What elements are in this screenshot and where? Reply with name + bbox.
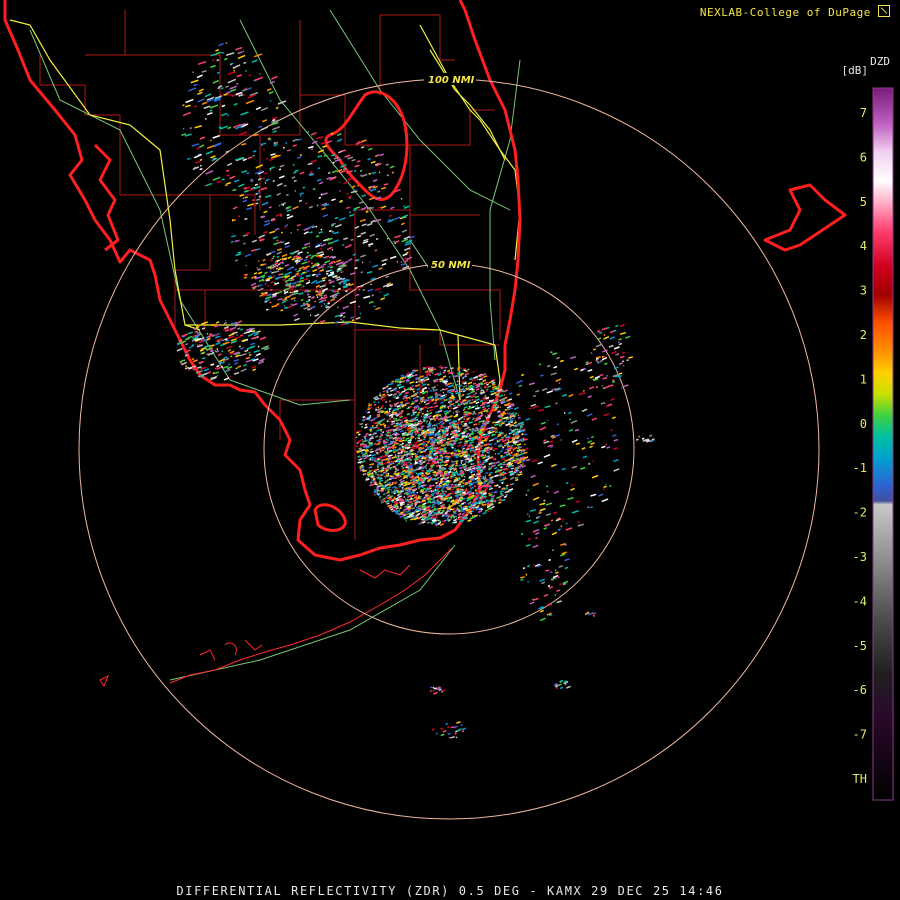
cod-arrow-logo-icon [878, 5, 890, 17]
legend-tick-label: -7 [853, 728, 867, 742]
legend-tick-label: TH [853, 772, 867, 786]
radar-site-marker [446, 446, 452, 452]
ring-label-50: 50 NMI [431, 260, 471, 271]
legend-tick-label: 1 [860, 372, 867, 386]
legend-tick-label: -2 [853, 506, 867, 520]
legend-tick-label: -4 [853, 594, 867, 608]
legend-tick-label: -5 [853, 639, 867, 653]
credit-label: NEXLAB-College of DuPage [699, 6, 871, 19]
legend-tick-label: -6 [853, 683, 867, 697]
legend-tick-label: 0 [860, 417, 867, 431]
credit-text: NEXLAB-College of DuPage [700, 5, 890, 19]
legend-tick-label: -1 [853, 461, 867, 475]
legend-tick-label: 2 [860, 328, 867, 342]
legend-unit: [dB] [841, 64, 869, 77]
ring-label-100: 100 NMI [428, 75, 475, 86]
legend-tick-label: 4 [860, 239, 867, 253]
legend-product: DZD [870, 55, 890, 68]
legend-colorbar [872, 87, 894, 801]
legend-tick-label: 7 [860, 106, 867, 120]
legend-tick-label: 3 [860, 284, 867, 298]
radar-map: 50 NMI 100 NMI 76543210-1-2-3-4-5-6-7TH [0, 0, 900, 900]
product-title: DIFFERENTIAL REFLECTIVITY (ZDR) 0.5 DEG … [176, 884, 724, 898]
legend-tick-label: 5 [860, 195, 867, 209]
legend-tick-label: -3 [853, 550, 867, 564]
legend-tick-label: 6 [860, 150, 867, 164]
